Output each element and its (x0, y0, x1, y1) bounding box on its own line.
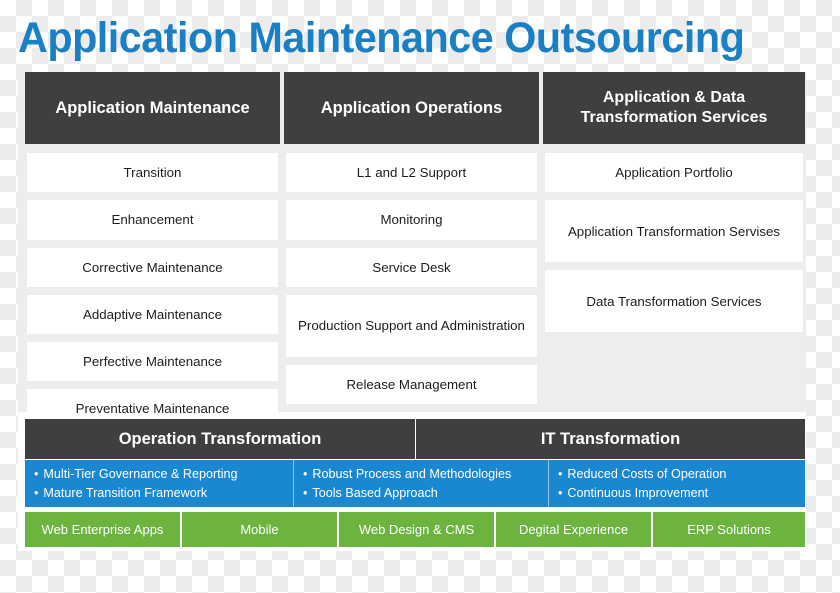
bullet-item: Reduced Costs of Operation (558, 465, 805, 484)
green-item-mobile[interactable]: Mobile (182, 512, 339, 547)
column-body-1: Transition Enhancement Corrective Mainte… (25, 144, 280, 429)
list-item[interactable]: Transition (27, 153, 278, 193)
green-item-web-design-cms[interactable]: Web Design & CMS (339, 512, 496, 547)
columns-area: Application Maintenance Transition Enhan… (18, 72, 806, 429)
bar-operation-transformation: Operation Transformation (25, 419, 415, 459)
green-item-web-enterprise-apps[interactable]: Web Enterprise Apps (25, 512, 182, 547)
page-title: Application Maintenance Outsourcing (18, 14, 745, 62)
list-item[interactable]: Enhancement (27, 200, 278, 240)
blue-panel-3: Reduced Costs of Operation Continuous Im… (549, 460, 805, 507)
column-application-operations: Application Operations L1 and L2 Support… (284, 72, 539, 412)
list-item[interactable]: Production Support and Administration (286, 294, 537, 357)
bullet-item: Tools Based Approach (303, 484, 548, 503)
list-item[interactable]: Application Transformation Servises (545, 200, 803, 263)
green-services-row: Web Enterprise Apps Mobile Web Design & … (25, 512, 805, 547)
column-header-1: Application Maintenance (25, 72, 280, 144)
column-application-data-transformation: Application & Data Transformation Servic… (543, 72, 805, 412)
bullet-item: Continuous Improvement (558, 484, 805, 503)
bullet-item: Mature Transition Framework (34, 484, 293, 503)
bullet-item: Multi-Tier Governance & Reporting (34, 465, 293, 484)
column-body-3: Application Portfolio Application Transf… (543, 144, 805, 333)
list-item[interactable]: L1 and L2 Support (286, 153, 537, 193)
list-item[interactable]: Addaptive Maintenance (27, 294, 278, 335)
column-header-2: Application Operations (284, 72, 539, 144)
list-item[interactable]: Data Transformation Services (545, 270, 803, 333)
column-header-3: Application & Data Transformation Servic… (543, 72, 805, 144)
list-item[interactable]: Corrective Maintenance (27, 247, 278, 287)
bullet-item: Robust Process and Methodologies (303, 465, 548, 484)
bar-it-transformation: IT Transformation (416, 419, 805, 459)
infographic-canvas: Application Maintenance Outsourcing Appl… (0, 0, 840, 593)
blue-panel-1: Multi-Tier Governance & Reporting Mature… (25, 460, 294, 507)
main-panel: Application Maintenance Transition Enhan… (18, 72, 806, 551)
column-header-3-line2: Transformation Services (580, 109, 768, 126)
column-application-maintenance: Application Maintenance Transition Enhan… (25, 72, 280, 429)
list-item[interactable]: Monitoring (286, 200, 537, 240)
list-item[interactable]: Application Portfolio (545, 153, 803, 193)
list-item[interactable]: Perfective Maintenance (27, 342, 278, 382)
column-header-3-line1: Application & Data (602, 89, 746, 106)
blue-panel-2: Robust Process and Methodologies Tools B… (294, 460, 549, 507)
column-body-2: L1 and L2 Support Monitoring Service Des… (284, 144, 539, 405)
list-item[interactable]: Release Management (286, 364, 537, 405)
green-item-erp-solutions[interactable]: ERP Solutions (653, 512, 805, 547)
blue-bullets-row: Multi-Tier Governance & Reporting Mature… (25, 460, 805, 507)
list-item[interactable]: Service Desk (286, 247, 537, 287)
green-item-digital-experience[interactable]: Degital Experience (496, 512, 653, 547)
